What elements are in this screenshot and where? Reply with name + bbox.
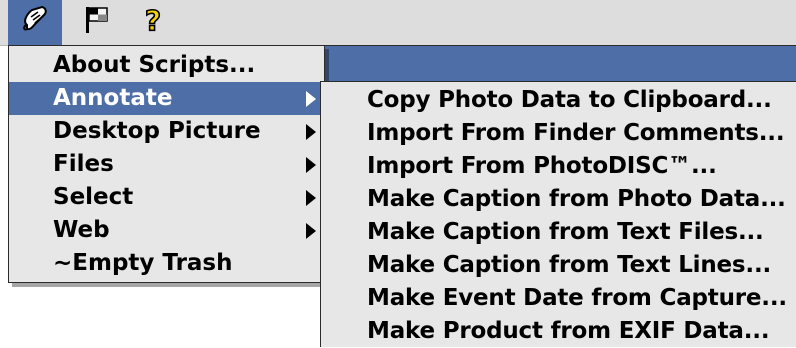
- menu-item-web[interactable]: Web: [9, 214, 324, 247]
- submenu-item-label: Copy Photo Data to Clipboard...: [367, 87, 772, 113]
- finder-flag-icon: [83, 5, 111, 41]
- menu-item-label: Annotate: [53, 85, 173, 111]
- menu-bar: ?: [0, 0, 796, 46]
- scripts-menu-title[interactable]: [8, 0, 62, 45]
- menu-item-files[interactable]: Files: [9, 148, 324, 181]
- help-question-icon: ?: [139, 3, 167, 43]
- submenu-arrow-icon: [306, 124, 316, 140]
- submenu-item-label: Make Product from EXIF Data...: [367, 318, 770, 344]
- menu-item-label: Desktop Picture: [53, 118, 261, 144]
- menu-item-label: ~Empty Trash: [53, 250, 233, 276]
- help-menu[interactable]: ?: [136, 0, 170, 45]
- submenu-item-import-finder-comments[interactable]: Import From Finder Comments...: [321, 117, 791, 150]
- submenu-item-event-date-capture[interactable]: Make Event Date from Capture...: [321, 282, 791, 315]
- submenu-arrow-icon: [306, 190, 316, 206]
- submenu-item-caption-text-files[interactable]: Make Caption from Text Files...: [321, 216, 791, 249]
- menu-item-select[interactable]: Select: [9, 181, 324, 214]
- menu-item-label: Web: [53, 217, 110, 243]
- submenu-item-import-photodisc[interactable]: Import From PhotoDISC™...: [321, 150, 791, 183]
- submenu-item-label: Make Caption from Text Lines...: [367, 252, 772, 278]
- submenu-item-label: Make Caption from Photo Data...: [367, 186, 786, 212]
- finder-flag-menu[interactable]: [80, 0, 114, 45]
- submenu-item-label: Import From Finder Comments...: [367, 120, 785, 146]
- annotate-submenu: Copy Photo Data to Clipboard... Import F…: [320, 81, 796, 347]
- menu-title-strip: [324, 45, 796, 81]
- menu-item-empty-trash[interactable]: ~Empty Trash: [9, 247, 324, 280]
- submenu-item-label: Make Event Date from Capture...: [367, 285, 787, 311]
- submenu-item-caption-photo-data[interactable]: Make Caption from Photo Data...: [321, 183, 791, 216]
- menu-item-label: Files: [53, 151, 114, 177]
- submenu-item-label: Make Caption from Text Files...: [367, 219, 764, 245]
- script-scroll-icon: [18, 3, 52, 43]
- help-glyph: ?: [145, 4, 161, 37]
- menu-item-label: About Scripts...: [53, 52, 256, 78]
- scripts-dropdown-menu: About Scripts... Annotate Desktop Pictur…: [8, 45, 325, 283]
- menu-item-annotate[interactable]: Annotate: [9, 82, 324, 115]
- submenu-arrow-icon: [306, 157, 316, 173]
- menu-item-about-scripts[interactable]: About Scripts...: [9, 49, 324, 82]
- submenu-item-caption-text-lines[interactable]: Make Caption from Text Lines...: [321, 249, 791, 282]
- menu-item-label: Select: [53, 184, 134, 210]
- submenu-arrow-icon: [306, 91, 316, 107]
- submenu-item-label: Import From PhotoDISC™...: [367, 153, 717, 179]
- menu-item-desktop-picture[interactable]: Desktop Picture: [9, 115, 324, 148]
- submenu-item-copy-photo-data[interactable]: Copy Photo Data to Clipboard...: [321, 84, 791, 117]
- submenu-item-product-exif[interactable]: Make Product from EXIF Data...: [321, 315, 791, 348]
- submenu-arrow-icon: [306, 223, 316, 239]
